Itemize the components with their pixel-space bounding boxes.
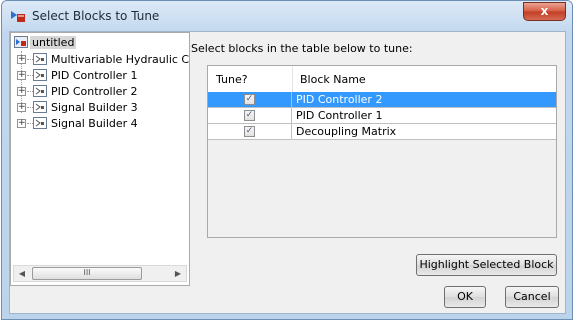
dialog-client-area: untitled + Multivariable Hydraulic Cy +: [9, 31, 566, 314]
block-name-cell: PID Controller 1: [296, 109, 383, 122]
window-title: Select Blocks to Tune: [32, 9, 160, 23]
column-header-block-name[interactable]: Block Name: [300, 73, 366, 86]
tune-checkbox[interactable]: ✓: [244, 110, 255, 121]
tree-item-label: PID Controller 2: [51, 85, 138, 98]
expander-icon[interactable]: +: [17, 71, 26, 80]
tune-checkbox[interactable]: ✓: [244, 94, 255, 105]
block-icon: [33, 69, 47, 81]
table-header: Tune? Block Name: [208, 66, 556, 92]
tree-item[interactable]: + Signal Builder 4: [11, 116, 189, 132]
expander-icon[interactable]: +: [17, 87, 26, 96]
cancel-button[interactable]: Cancel: [505, 286, 559, 308]
tree-horizontal-scrollbar[interactable]: ◀ III ▶: [13, 265, 187, 282]
instructions-label: Select blocks in the table below to tune…: [191, 42, 413, 55]
block-icon: [33, 85, 47, 97]
scroll-right-icon[interactable]: ▶: [170, 266, 186, 281]
close-icon: x: [540, 4, 549, 18]
block-icon: [33, 117, 47, 129]
tree-item-label: Signal Builder 3: [51, 101, 138, 114]
table-row[interactable]: ✓ PID Controller 2: [208, 92, 556, 108]
block-icon: [33, 53, 47, 65]
expander-icon[interactable]: +: [17, 103, 26, 112]
tree-root[interactable]: untitled: [11, 35, 189, 51]
block-icon: [14, 36, 28, 48]
tree-item[interactable]: + PID Controller 2: [11, 84, 189, 100]
tune-checkbox[interactable]: ✓: [244, 126, 255, 137]
column-header-tune[interactable]: Tune?: [216, 73, 248, 86]
tree-item-label: Signal Builder 4: [51, 117, 138, 130]
table-row[interactable]: ✓ Decoupling Matrix: [208, 124, 556, 140]
block-name-cell: Decoupling Matrix: [296, 125, 397, 138]
highlight-selected-block-button[interactable]: Highlight Selected Block: [416, 254, 557, 276]
tree-item[interactable]: + Multivariable Hydraulic Cy: [11, 52, 189, 68]
app-icon: [11, 11, 25, 22]
tree-item-label: PID Controller 1: [51, 69, 138, 82]
scroll-left-icon[interactable]: ◀: [14, 266, 30, 281]
tree-root-label: untitled: [30, 36, 77, 49]
model-tree[interactable]: untitled + Multivariable Hydraulic Cy +: [10, 32, 190, 286]
tree-item[interactable]: + Signal Builder 3: [11, 100, 189, 116]
blocks-table: Tune? Block Name ✓ PID Controller 2 ✓ PI…: [207, 65, 557, 238]
block-icon: [33, 101, 47, 113]
scrollbar-thumb[interactable]: III: [32, 267, 142, 280]
scrollbar-grip-icon: III: [83, 268, 91, 277]
expander-icon[interactable]: +: [17, 55, 26, 64]
tree-item-label: Multivariable Hydraulic Cy: [51, 53, 190, 66]
title-bar: Select Blocks to Tune x: [2, 1, 572, 31]
tree-item[interactable]: + PID Controller 1: [11, 68, 189, 84]
block-name-cell: PID Controller 2: [296, 93, 383, 106]
dialog-window: Select Blocks to Tune x untitled + Multi…: [1, 0, 573, 320]
close-button[interactable]: x: [523, 2, 566, 21]
expander-icon[interactable]: +: [17, 119, 26, 128]
table-row[interactable]: ✓ PID Controller 1: [208, 108, 556, 124]
ok-button[interactable]: OK: [444, 286, 486, 308]
